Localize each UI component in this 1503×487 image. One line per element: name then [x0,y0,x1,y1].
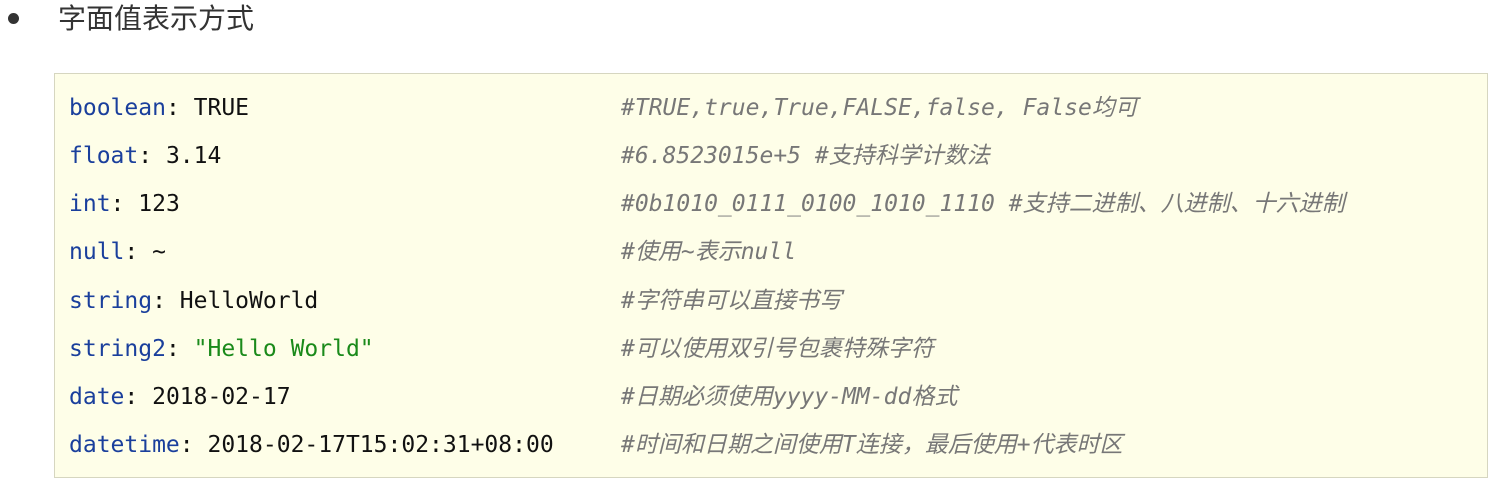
code-key: string2 [69,336,166,362]
code-value: "Hello World" [193,336,374,362]
code-comment: #6.8523015e+5 #支持科学计数法 [621,143,990,169]
code-key: null [69,239,125,265]
code-block: boolean: TRUE #TRUE,true,True,FALSE,fals… [54,73,1488,478]
code-value: 3.14 [165,143,222,169]
code-key: datetime [69,432,180,458]
code-comment: #TRUE,true,True,FALSE,false, False均可 [621,95,1138,121]
code-line-string2: string2: "Hello World" #可以使用双引号包裹特殊字符 [69,325,1479,373]
code-colon: : [165,336,194,362]
code-line-int: int: 123 #0b1010_0111_0100_1010_1110 #支持… [69,180,1479,228]
section-heading: 字面值表示方式 [58,2,255,35]
code-line-null: null: ~ #使用~表示null [69,228,1479,276]
code-key: boolean [69,95,166,121]
code-comment: #日期必须使用yyyy-MM-dd格式 [621,384,958,410]
code-comment: #使用~表示null [621,239,797,265]
code-comment: #时间和日期之间使用T连接，最后使用+代表时区 [621,432,1123,458]
code-colon: : [124,384,153,410]
code-colon: : [110,191,139,217]
code-colon: : [152,288,180,314]
code-value: 2018-02-17 [152,384,291,410]
code-line-date: date: 2018-02-17 #日期必须使用yyyy-MM-dd格式 [69,373,1479,421]
code-colon: : [179,432,208,458]
code-value: ~ [152,239,166,265]
code-comment: #0b1010_0111_0100_1010_1110 #支持二进制、八进制、十… [621,191,1345,217]
page: 字面值表示方式 boolean: TRUE #TRUE,true,True,FA… [0,0,1503,487]
code-colon: : [165,95,194,121]
code-key: string [69,288,153,314]
code-line-datetime: datetime: 2018-02-17T15:02:31+08:00 #时间和… [69,421,1479,469]
code-line-string: string: HelloWorld #字符串可以直接书写 [69,277,1479,325]
code-comment: #字符串可以直接书写 [621,288,842,314]
code-value: HelloWorld [179,288,319,314]
code-colon: : [138,143,166,169]
code-value: 2018-02-17T15:02:31+08:00 [207,432,554,458]
code-colon: : [124,239,153,265]
code-line-boolean: boolean: TRUE #TRUE,true,True,FALSE,fals… [69,84,1479,132]
code-value: TRUE [193,95,250,121]
code-key: float [69,143,139,169]
code-key: int [69,191,111,217]
bullet-dot-icon [8,13,19,24]
code-key: date [69,384,125,410]
code-value: 123 [138,191,180,217]
code-comment: #可以使用双引号包裹特殊字符 [621,336,934,362]
code-line-float: float: 3.14 #6.8523015e+5 #支持科学计数法 [69,132,1479,180]
